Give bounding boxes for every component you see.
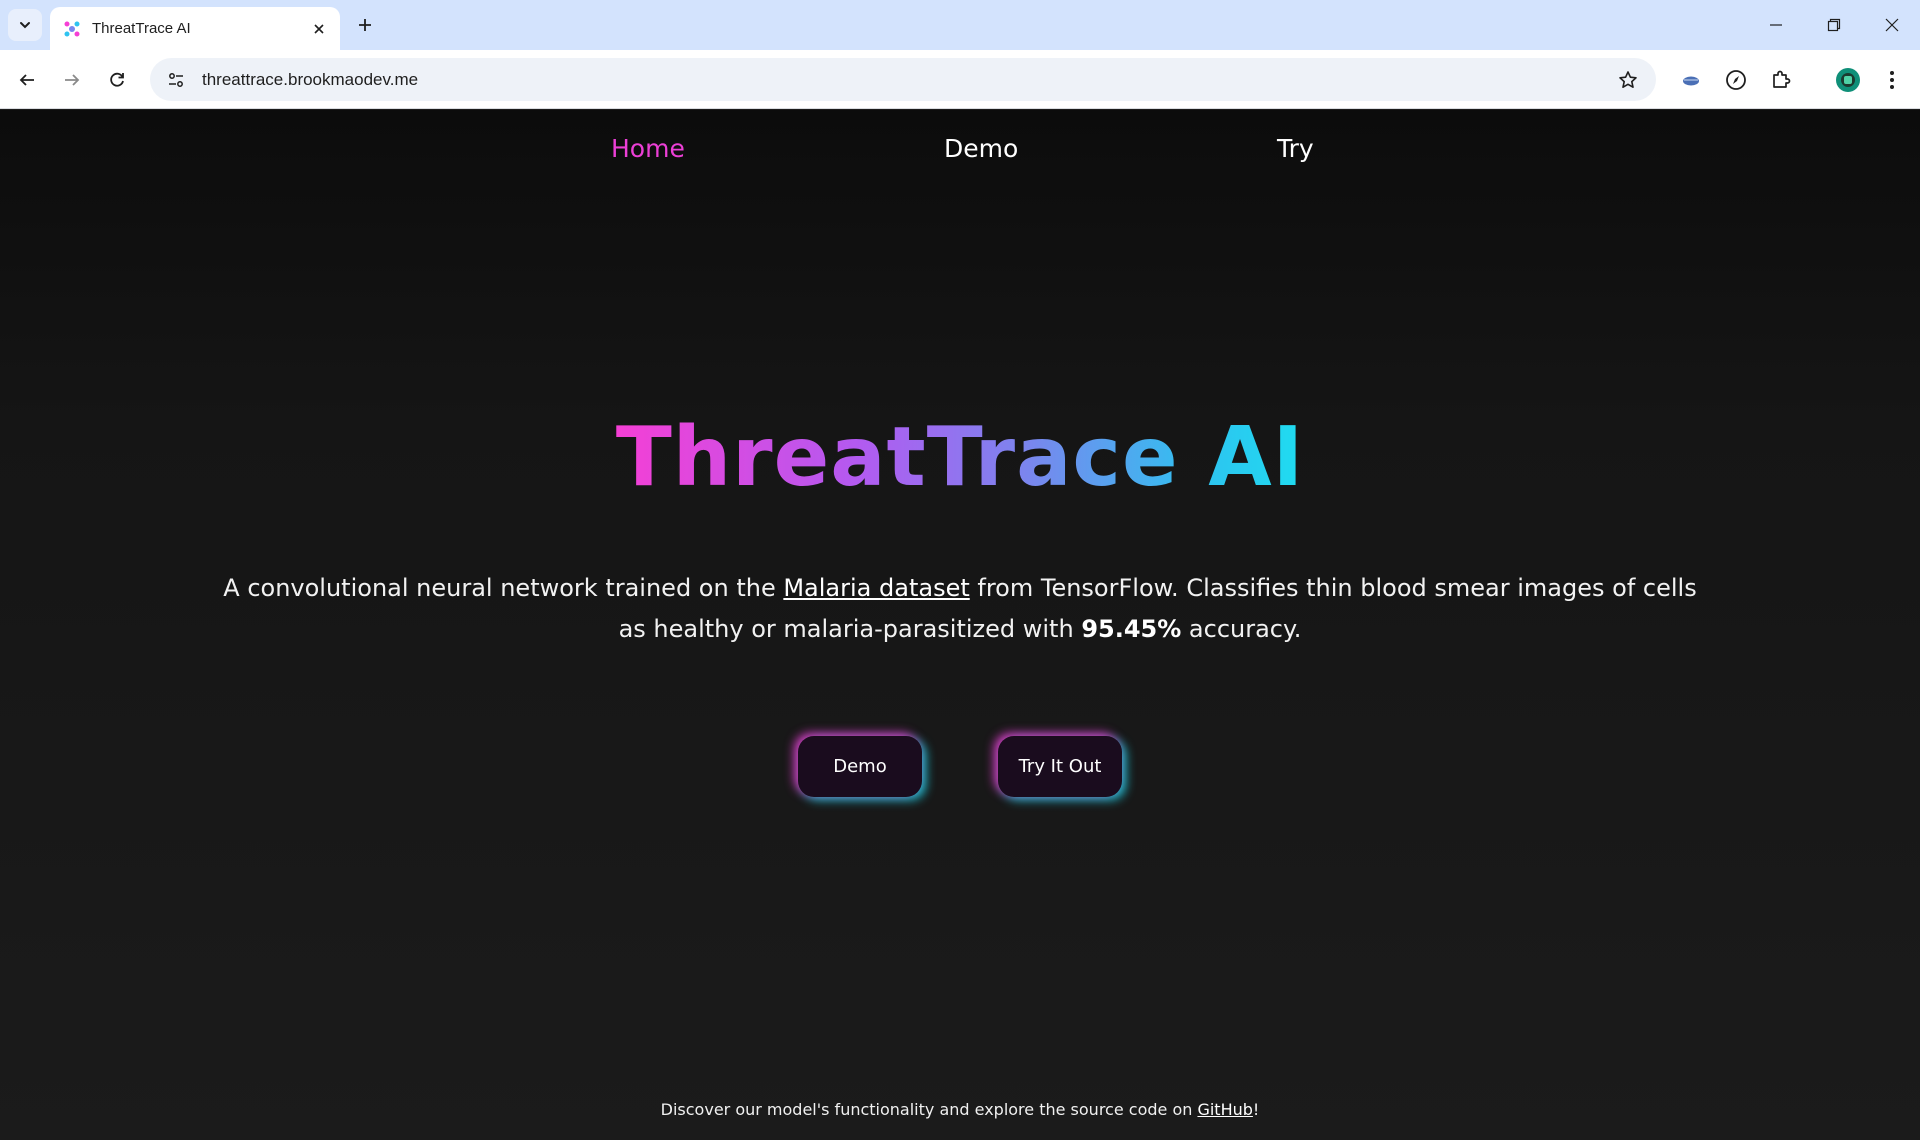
restore-icon: [1827, 18, 1841, 32]
back-button[interactable]: [11, 64, 43, 96]
restore-button[interactable]: [1806, 0, 1862, 50]
tab-title: ThreatTrace AI: [92, 20, 191, 37]
nav-try-link[interactable]: Try: [1277, 134, 1314, 163]
bookmark-button[interactable]: [1608, 58, 1648, 101]
browser-toolbar: threattrace.brookmaodev.me: [0, 50, 1920, 109]
footer-text-after: !: [1252, 1100, 1260, 1119]
puzzle-icon: [1773, 70, 1791, 88]
footer-text-before: Discover our model's functionality and e…: [660, 1100, 1198, 1119]
hero-title: ThreatTrace AI: [0, 410, 1920, 505]
plus-icon: [359, 19, 371, 31]
close-icon: [314, 23, 324, 34]
compass-icon: [1726, 70, 1746, 90]
minimize-button[interactable]: [1748, 0, 1804, 50]
site-settings-icon: [169, 72, 183, 87]
close-window-button[interactable]: [1864, 0, 1920, 50]
site-info-button[interactable]: [156, 58, 196, 101]
cloud-icon: [1683, 76, 1699, 86]
browser-menu-button[interactable]: [1876, 64, 1908, 96]
malaria-dataset-link[interactable]: Malaria dataset: [783, 574, 969, 602]
minimize-icon: [1770, 24, 1782, 26]
nav-home-link[interactable]: Home: [611, 134, 685, 163]
tab-close-button[interactable]: [308, 18, 330, 40]
reload-icon: [110, 72, 124, 87]
chevron-down-icon: [20, 22, 30, 29]
threattrace-favicon-icon: [64, 21, 80, 36]
new-tab-button[interactable]: [350, 10, 380, 40]
back-arrow-icon: [19, 74, 34, 86]
footer-text: Discover our model's functionality and e…: [0, 1100, 1920, 1119]
extension-cloud-button[interactable]: [1675, 64, 1707, 96]
extension-compass-button[interactable]: [1720, 64, 1752, 96]
accuracy-value: 95.45%: [1081, 615, 1182, 643]
desc-text-before: A convolutional neural network trained o…: [223, 574, 784, 602]
tab-strip: ThreatTrace AI: [0, 0, 1920, 50]
kebab-menu-icon: [1890, 71, 1894, 89]
extensions-button[interactable]: [1765, 64, 1797, 96]
url-text[interactable]: threattrace.brookmaodev.me: [202, 70, 1608, 90]
desc-text-after: accuracy.: [1181, 615, 1302, 643]
try-it-out-button[interactable]: Try It Out: [998, 736, 1122, 797]
close-icon: [1885, 18, 1899, 32]
reload-button[interactable]: [101, 64, 133, 96]
demo-button[interactable]: Demo: [798, 736, 922, 797]
forward-arrow-icon: [65, 74, 80, 86]
address-bar[interactable]: threattrace.brookmaodev.me: [150, 58, 1656, 101]
github-link[interactable]: GitHub: [1197, 1100, 1252, 1119]
avatar-icon: [1836, 68, 1860, 92]
nav-demo-link[interactable]: Demo: [944, 134, 1018, 163]
hero-title-text: ThreatTrace AI: [615, 410, 1305, 505]
hero-description: A convolutional neural network trained o…: [220, 568, 1700, 650]
profile-avatar[interactable]: [1832, 64, 1864, 96]
tab-search-button[interactable]: [8, 9, 42, 41]
active-tab[interactable]: ThreatTrace AI: [50, 7, 340, 50]
page-content: Home Demo Try ThreatTrace AI A convoluti…: [0, 110, 1920, 1140]
forward-button[interactable]: [56, 64, 88, 96]
star-icon: [1619, 70, 1637, 88]
